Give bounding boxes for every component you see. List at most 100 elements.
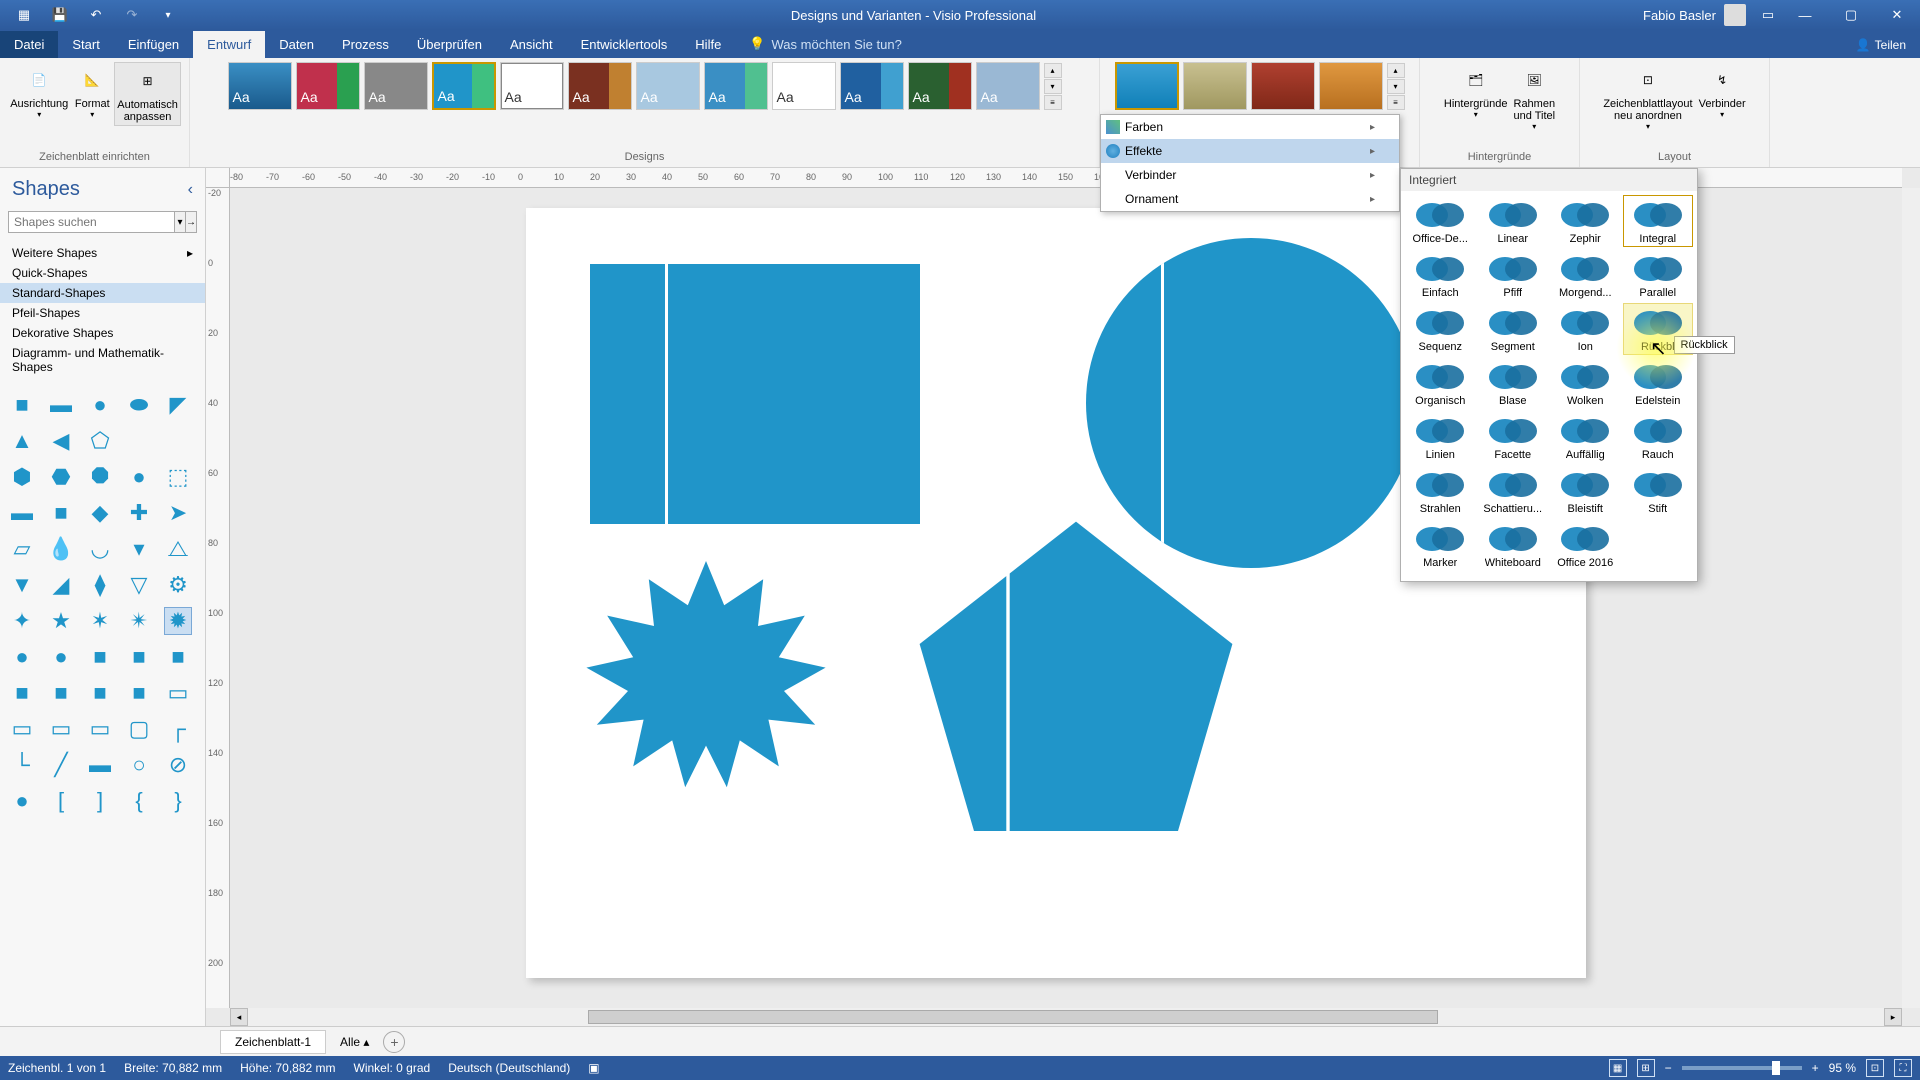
shape-rect2-icon[interactable]: ▬ bbox=[8, 499, 36, 527]
scroll-right-icon[interactable]: ▸ bbox=[1884, 1008, 1902, 1026]
category-decorative[interactable]: Dekorative Shapes bbox=[0, 323, 205, 343]
shapes-search-input[interactable] bbox=[8, 211, 175, 233]
shape-folder-icon[interactable]: ▱ bbox=[8, 535, 36, 563]
design-thumb[interactable]: Aa bbox=[840, 62, 904, 110]
design-thumb[interactable]: Aa bbox=[636, 62, 700, 110]
horizontal-scrollbar[interactable]: ◂ ▸ bbox=[230, 1008, 1902, 1026]
connectors-button[interactable]: ↯ Verbinder ▾ bbox=[1697, 62, 1748, 133]
category-standard[interactable]: Standard-Shapes bbox=[0, 283, 205, 303]
tab-design[interactable]: Entwurf bbox=[193, 31, 265, 58]
shape-gear-icon[interactable]: ⚙ bbox=[164, 571, 192, 599]
shape-cone-icon[interactable]: ▾ bbox=[125, 535, 153, 563]
shape-sq7-icon[interactable]: ■ bbox=[47, 679, 75, 707]
status-language[interactable]: Deutsch (Deutschland) bbox=[448, 1061, 570, 1075]
shape-lbracket-icon[interactable]: [ bbox=[47, 787, 75, 815]
variant-more-icon[interactable]: ≡ bbox=[1387, 95, 1405, 110]
shape-sq6-icon[interactable]: ■ bbox=[8, 679, 36, 707]
shape-hexagon-icon[interactable]: ⬢ bbox=[8, 463, 36, 491]
design-thumb[interactable]: Aa bbox=[296, 62, 360, 110]
tab-file[interactable]: Datei bbox=[0, 31, 58, 58]
effect-option[interactable]: Edelstein bbox=[1623, 357, 1694, 409]
effect-option[interactable]: Integral bbox=[1623, 195, 1694, 247]
save-icon[interactable]: 💾 bbox=[46, 4, 74, 26]
design-thumb[interactable]: Aa bbox=[704, 62, 768, 110]
effect-option[interactable]: Marker bbox=[1405, 519, 1476, 571]
more-shapes[interactable]: Weitere Shapes ▸ bbox=[0, 243, 205, 263]
shape-ltriangle-icon[interactable]: ◀ bbox=[47, 427, 75, 455]
effect-option[interactable]: Segment bbox=[1478, 303, 1549, 355]
effect-option[interactable]: Parallel bbox=[1623, 249, 1694, 301]
shape-shard-icon[interactable]: ◢ bbox=[47, 571, 75, 599]
shape-rect4-icon[interactable]: ▭ bbox=[47, 715, 75, 743]
category-quick[interactable]: Quick-Shapes bbox=[0, 263, 205, 283]
zoom-in-icon[interactable]: + bbox=[1812, 1061, 1819, 1075]
shape-sq8-icon[interactable]: ■ bbox=[86, 679, 114, 707]
menu-ornament[interactable]: Ornament▸ bbox=[1101, 187, 1399, 211]
effect-option[interactable]: Einfach bbox=[1405, 249, 1476, 301]
menu-effects[interactable]: Effekte▸ bbox=[1101, 139, 1399, 163]
tab-process[interactable]: Prozess bbox=[328, 31, 403, 58]
effect-option[interactable]: Facette bbox=[1478, 411, 1549, 463]
sheet-all[interactable]: Alle ▴ bbox=[330, 1031, 379, 1053]
effect-option[interactable]: Schattieru... bbox=[1478, 465, 1549, 517]
design-thumb[interactable]: Aa bbox=[228, 62, 292, 110]
shape-sq3-icon[interactable]: ■ bbox=[86, 643, 114, 671]
close-button[interactable]: ✕ bbox=[1874, 0, 1920, 30]
effect-option[interactable]: Stift bbox=[1623, 465, 1694, 517]
rectangle-shape[interactable] bbox=[590, 264, 920, 524]
gallery-up-icon[interactable]: ▴ bbox=[1044, 63, 1062, 78]
design-thumb[interactable]: Aa bbox=[364, 62, 428, 110]
format-button[interactable]: 📐 Format ▾ bbox=[72, 62, 112, 126]
shape-diamond-icon[interactable]: ◆ bbox=[86, 499, 114, 527]
zoom-level[interactable]: 95 % bbox=[1829, 1061, 1856, 1075]
category-diagram[interactable]: Diagramm- und Mathematik-Shapes bbox=[0, 343, 205, 377]
shape-rect5-icon[interactable]: ▭ bbox=[86, 715, 114, 743]
shape-vtri-icon[interactable]: ▼ bbox=[8, 571, 36, 599]
design-thumb[interactable]: Aa bbox=[908, 62, 972, 110]
shape-corner-icon[interactable]: ┌ bbox=[164, 715, 192, 743]
shape-burst-icon[interactable]: ✹ bbox=[164, 607, 192, 635]
shape-arc-icon[interactable]: ◡ bbox=[86, 535, 114, 563]
shape-round-icon[interactable]: ▬ bbox=[86, 751, 114, 779]
effect-option[interactable]: RückblRückblick bbox=[1623, 303, 1694, 355]
shape-rtriangle-icon[interactable]: ◤ bbox=[164, 391, 192, 419]
shape-funnel-icon[interactable]: ▽ bbox=[125, 571, 153, 599]
design-thumb[interactable]: Aa bbox=[568, 62, 632, 110]
shape-star5-icon[interactable]: ★ bbox=[47, 607, 75, 635]
effect-option[interactable]: Pfiff bbox=[1478, 249, 1549, 301]
shape-pentagon-icon[interactable]: ⬠ bbox=[86, 427, 114, 455]
collapse-panel-icon[interactable]: ‹ bbox=[188, 181, 193, 199]
menu-colors[interactable]: Farben▸ bbox=[1101, 115, 1399, 139]
effect-option[interactable]: Morgend... bbox=[1550, 249, 1621, 301]
shape-slash-icon[interactable]: ╱ bbox=[47, 751, 75, 779]
shape-cylinder-icon[interactable]: ⬚ bbox=[164, 463, 192, 491]
vertical-scrollbar[interactable] bbox=[1902, 188, 1920, 1008]
effect-option[interactable]: Auffällig bbox=[1550, 411, 1621, 463]
effect-option[interactable]: Wolken bbox=[1550, 357, 1621, 409]
variant-thumb[interactable] bbox=[1183, 62, 1247, 110]
shape-star6-icon[interactable]: ✶ bbox=[86, 607, 114, 635]
shape-square2-icon[interactable]: ■ bbox=[47, 499, 75, 527]
shape-dot-icon[interactable]: ● bbox=[8, 643, 36, 671]
grid-icon[interactable]: ▦ bbox=[10, 4, 38, 26]
shape-rect-icon[interactable]: ▬ bbox=[47, 391, 75, 419]
effect-option[interactable]: Office-De... bbox=[1405, 195, 1476, 247]
shape-heptagon-icon[interactable]: ⬣ bbox=[47, 463, 75, 491]
tab-insert[interactable]: Einfügen bbox=[114, 31, 193, 58]
design-thumb[interactable]: Aa bbox=[976, 62, 1040, 110]
shape-dot3-icon[interactable]: ● bbox=[8, 787, 36, 815]
shape-blank1-icon[interactable] bbox=[125, 427, 153, 455]
shape-square-icon[interactable]: ■ bbox=[8, 391, 36, 419]
variant-up-icon[interactable]: ▴ bbox=[1387, 63, 1405, 78]
user-area[interactable]: Fabio Basler bbox=[1635, 4, 1754, 26]
tab-home[interactable]: Start bbox=[58, 31, 113, 58]
undo-icon[interactable]: ↶ bbox=[82, 4, 110, 26]
shape-star7-icon[interactable]: ✴ bbox=[125, 607, 153, 635]
tell-me-search[interactable]: 💡 Was möchten Sie tun? bbox=[735, 30, 1841, 58]
effect-option[interactable]: Whiteboard bbox=[1478, 519, 1549, 571]
ribbon-display-icon[interactable]: ▭ bbox=[1754, 4, 1782, 26]
shape-ellipse-icon[interactable]: ⬬ bbox=[125, 391, 153, 419]
zoom-handle[interactable] bbox=[1772, 1061, 1780, 1075]
tab-devtools[interactable]: Entwicklertools bbox=[567, 31, 682, 58]
search-go-icon[interactable]: → bbox=[186, 211, 197, 233]
